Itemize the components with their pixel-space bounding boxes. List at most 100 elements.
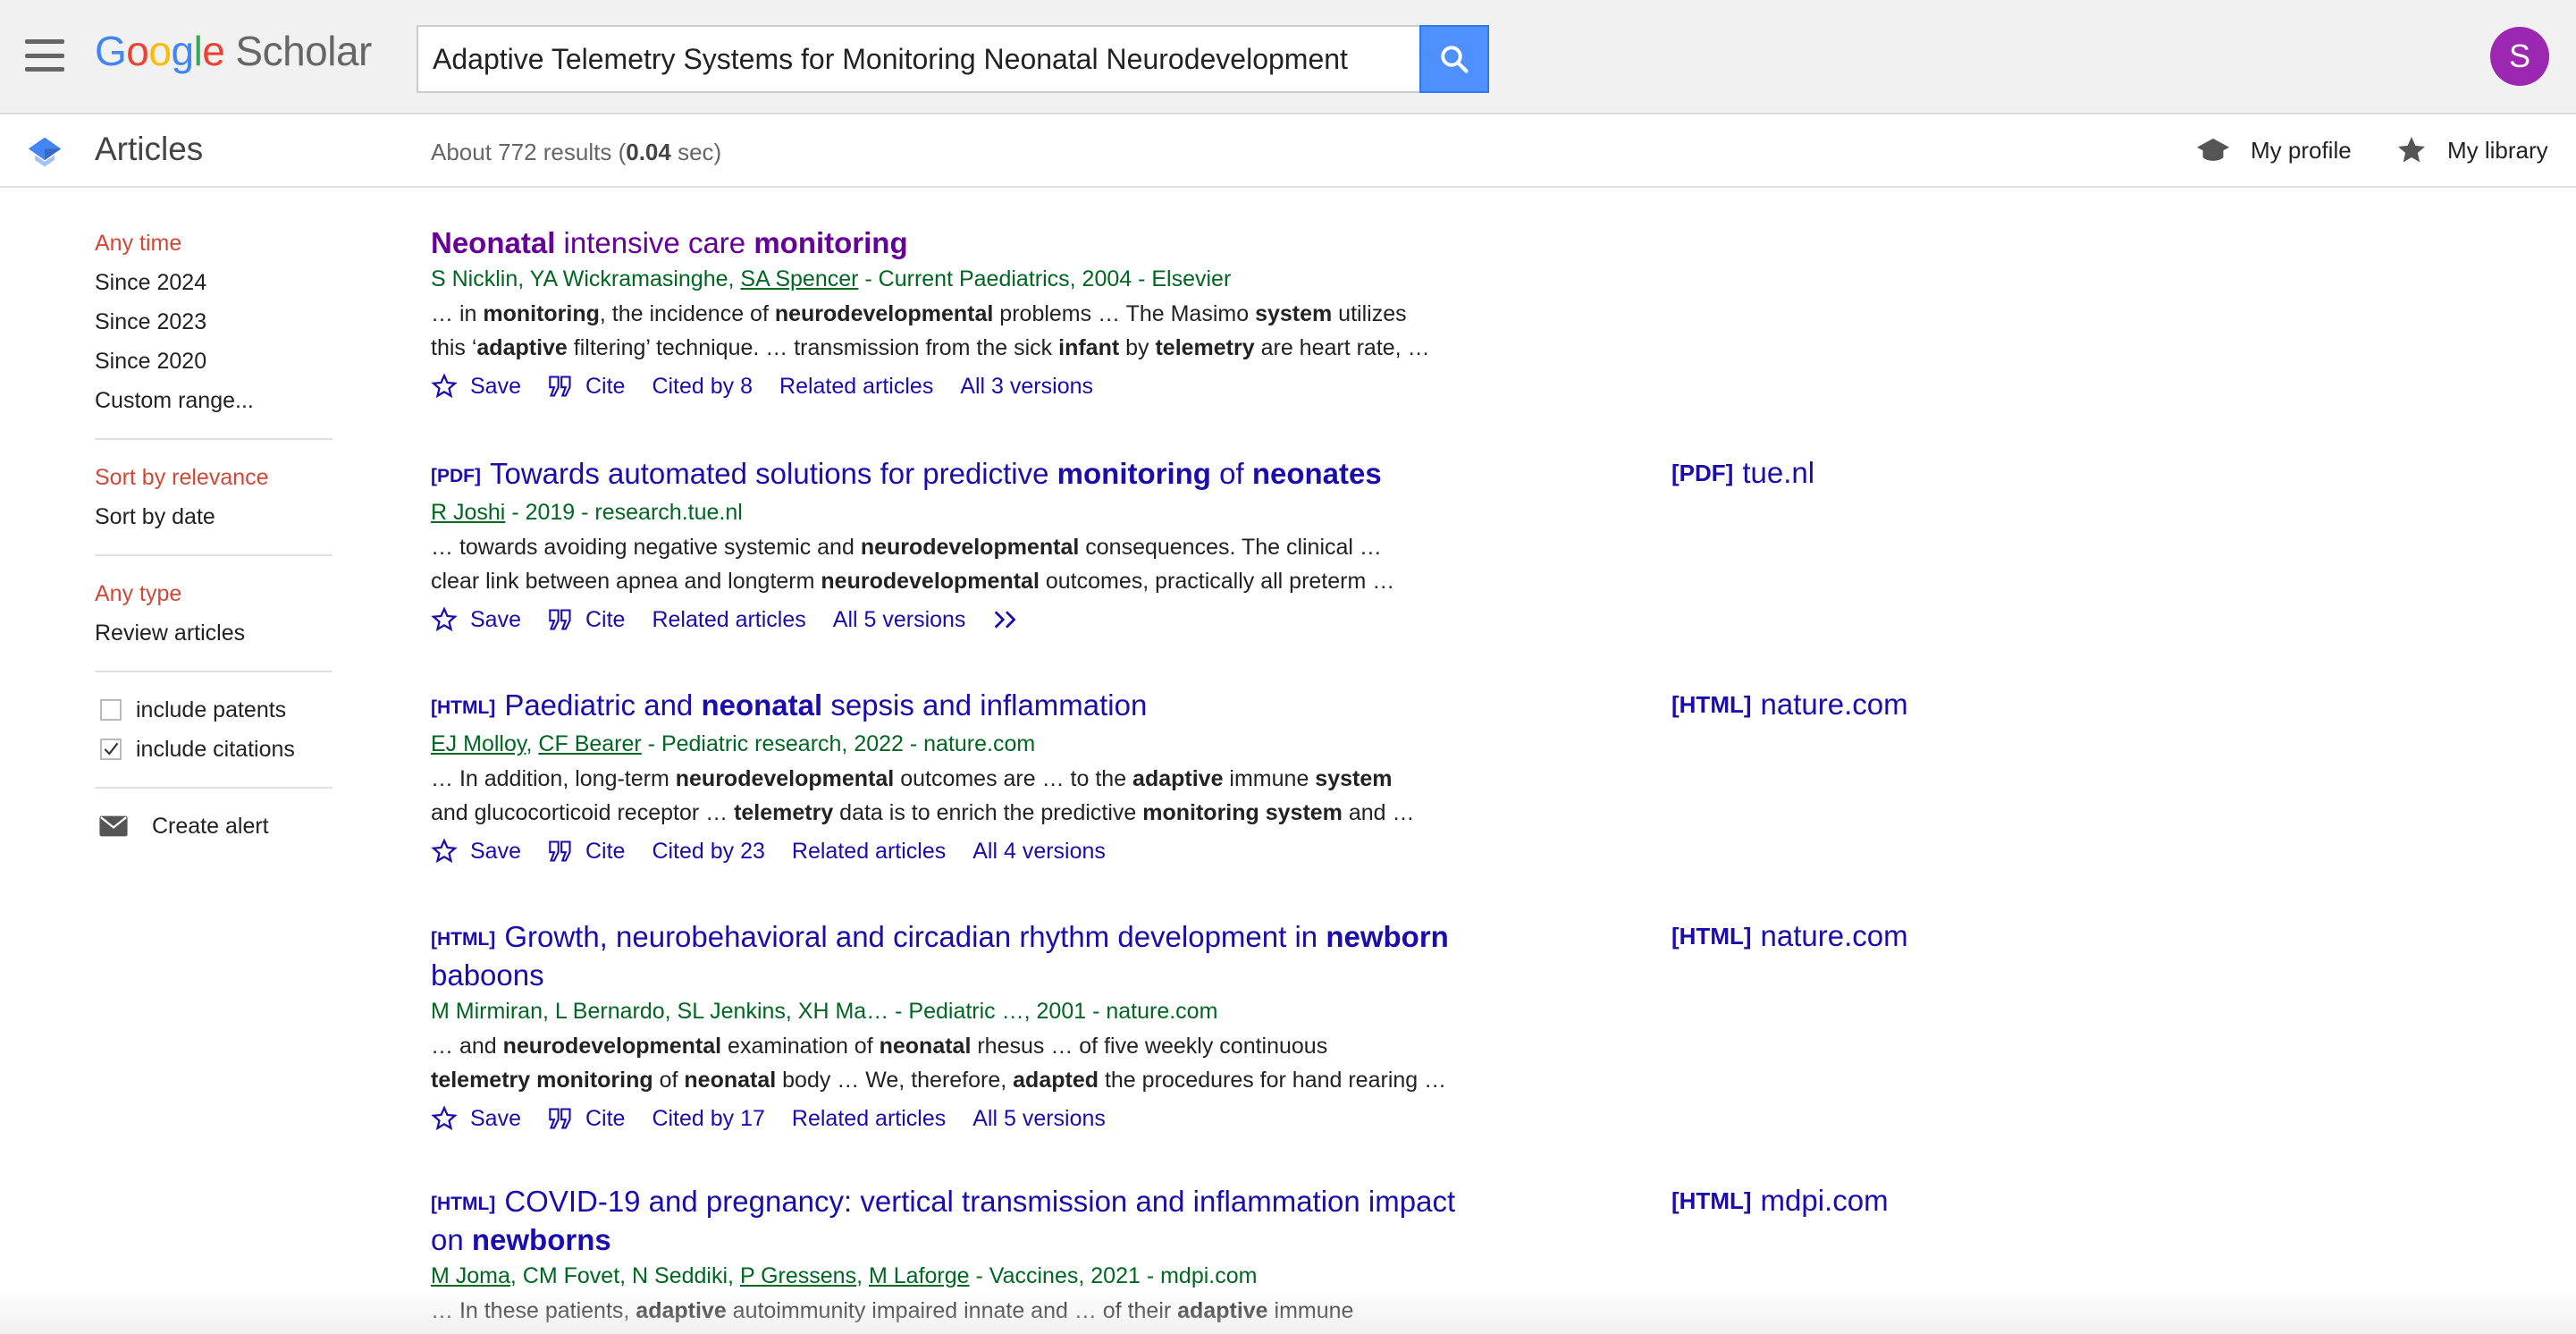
result-authors: M Joma, CM Fovet, N Seddiki, P Gressens,… [431,1263,1258,1288]
save-button[interactable]: Save [431,606,521,633]
cited-by-link[interactable]: Cited by 8 [652,374,753,400]
envelope-icon [99,815,128,837]
author-link[interactable]: EJ Molloy [431,731,526,756]
sub-header: Articles About 772 results (0.04 sec) My… [0,116,2576,188]
result-actions: Save Cite Cited by 17 Related articles A… [431,1099,1503,1138]
cite-button[interactable]: Cite [548,374,625,400]
filter-custom-range[interactable]: Custom range... [95,381,333,420]
all-versions-link[interactable]: All 3 versions [960,374,1093,400]
page-title: Articles [95,131,204,167]
top-bar: GoogleScholar S [0,0,2576,114]
html-tag: [HTML] [431,1194,496,1214]
search-box [417,25,1419,93]
related-articles-link[interactable]: Related articles [652,607,805,633]
html-tag: [HTML] [431,929,496,950]
left-sidebar: Any time Since 2024 Since 2023 Since 202… [95,224,333,846]
cited-by-link[interactable]: Cited by 17 [652,1106,764,1132]
result-snippet: telemetry monitoring of neonatal body … … [431,1068,1447,1093]
quote-icon [549,609,571,630]
search-result: Neonatal intensive care monitoring S Nic… [431,225,1503,406]
result-authors: S Nicklin, YA Wickramasinghe, SA Spencer… [431,266,1232,291]
scholar-cap-icon [28,137,62,167]
result-title-link[interactable]: [PDF] Towards automated solutions for pre… [431,456,1503,494]
sort-by-relevance[interactable]: Sort by relevance [95,458,333,497]
result-actions: Save Cite Cited by 8 Related articles Al… [431,367,1503,406]
result-count: About 772 results (0.04 sec) [431,139,722,165]
star-filled-icon [2398,137,2425,163]
result-snippet: clear link between apnea and longterm ne… [431,569,1395,594]
star-outline-icon [431,838,458,864]
search-result: [HTML] Paediatric and neonatal sepsis and… [431,688,1503,871]
all-versions-link[interactable]: All 4 versions [972,839,1106,865]
divider [95,554,333,556]
star-outline-icon [431,373,458,399]
related-articles-link[interactable]: Related articles [779,374,933,400]
author-link[interactable]: R Joshi [431,500,505,525]
all-versions-link[interactable]: All 5 versions [833,607,966,633]
related-articles-link[interactable]: Related articles [792,1106,946,1132]
filter-since-2020[interactable]: Since 2020 [95,342,333,381]
result-title-link[interactable]: Neonatal intensive care monitoring [431,225,1503,261]
filter-any-type[interactable]: Any type [95,574,333,613]
all-versions-link[interactable]: All 5 versions [972,1106,1106,1132]
result-authors: R Joshi - 2019 - research.tue.nl [431,500,743,525]
google-scholar-logo[interactable]: Google Scholar [95,27,372,75]
cited-by-link[interactable]: Cited by 23 [652,839,764,865]
search-result: [HTML] COVID-19 and pregnancy: vertical t… [431,1184,1503,1328]
filter-any-time[interactable]: Any time [95,224,333,263]
result-title-link[interactable]: [HTML] Growth, neurobehavioral and circad… [431,919,1503,993]
author-link[interactable]: CF Bearer [538,731,641,756]
hamburger-menu-icon[interactable] [25,39,64,72]
sort-by-date[interactable]: Sort by date [95,497,333,536]
result-snippet: this ‘adaptive filtering’ technique. … t… [431,335,1430,360]
full-text-link[interactable]: [PDF] tue.nl [1671,456,1814,490]
quote-icon [549,376,571,397]
related-articles-link[interactable]: Related articles [792,839,946,865]
full-text-link[interactable]: [HTML] mdpi.com [1671,1184,1889,1218]
result-actions: Save Cite Related articles All 5 version… [431,600,1503,639]
cite-button[interactable]: Cite [548,1106,625,1132]
cite-button[interactable]: Cite [548,839,625,865]
search-result: [HTML] Growth, neurobehavioral and circad… [431,919,1503,1138]
save-button[interactable]: Save [431,1105,521,1132]
result-snippet: … and neurodevelopmental examination of … [431,1034,1328,1059]
double-chevron-right-icon [995,611,1016,629]
save-button[interactable]: Save [431,838,521,865]
graduation-cap-icon [2197,138,2229,161]
include-citations-checkbox[interactable]: include citations [95,730,333,769]
search-button[interactable] [1419,25,1489,93]
full-text-link[interactable]: [HTML] nature.com [1671,919,1908,953]
search-icon [1441,46,1469,73]
divider [95,438,333,440]
author-link[interactable]: SA Spencer [740,266,858,291]
cite-button[interactable]: Cite [548,607,625,633]
author-link[interactable]: M Laforge [869,1263,970,1288]
star-outline-icon [431,606,458,632]
result-snippet: … towards avoiding negative systemic and… [431,535,1382,560]
checkbox-unchecked-icon [100,699,122,721]
author-link[interactable]: P Gressens [740,1263,856,1288]
result-snippet: … in monitoring, the incidence of neurod… [431,301,1407,326]
filter-review-articles[interactable]: Review articles [95,613,333,653]
search-result: [PDF] Towards automated solutions for pre… [431,456,1503,639]
account-avatar[interactable]: S [2490,27,2549,86]
result-authors: M Mirmiran, L Bernardo, SL Jenkins, XH M… [431,999,1218,1024]
filter-since-2024[interactable]: Since 2024 [95,263,333,302]
result-actions: Save Cite Cited by 23 Related articles A… [431,832,1503,871]
search-input[interactable] [418,27,1419,91]
more-actions-button[interactable] [992,608,1021,631]
save-button[interactable]: Save [431,373,521,400]
html-tag: [HTML] [431,697,496,718]
quote-icon [549,1108,571,1129]
result-title-link[interactable]: [HTML] Paediatric and neonatal sepsis and… [431,688,1503,726]
my-profile-link[interactable]: My profile [2195,134,2352,166]
my-library-link[interactable]: My library [2395,134,2548,166]
full-text-link[interactable]: [HTML] nature.com [1671,688,1908,722]
filter-since-2023[interactable]: Since 2023 [95,302,333,342]
author-link[interactable]: M Joma [431,1263,510,1288]
result-snippet: … In these patients, adaptive autoimmuni… [431,1298,1354,1323]
result-title-link[interactable]: [HTML] COVID-19 and pregnancy: vertical t… [431,1184,1503,1258]
include-patents-checkbox[interactable]: include patents [95,690,333,730]
divider [95,671,333,672]
create-alert-button[interactable]: Create alert [95,806,333,846]
